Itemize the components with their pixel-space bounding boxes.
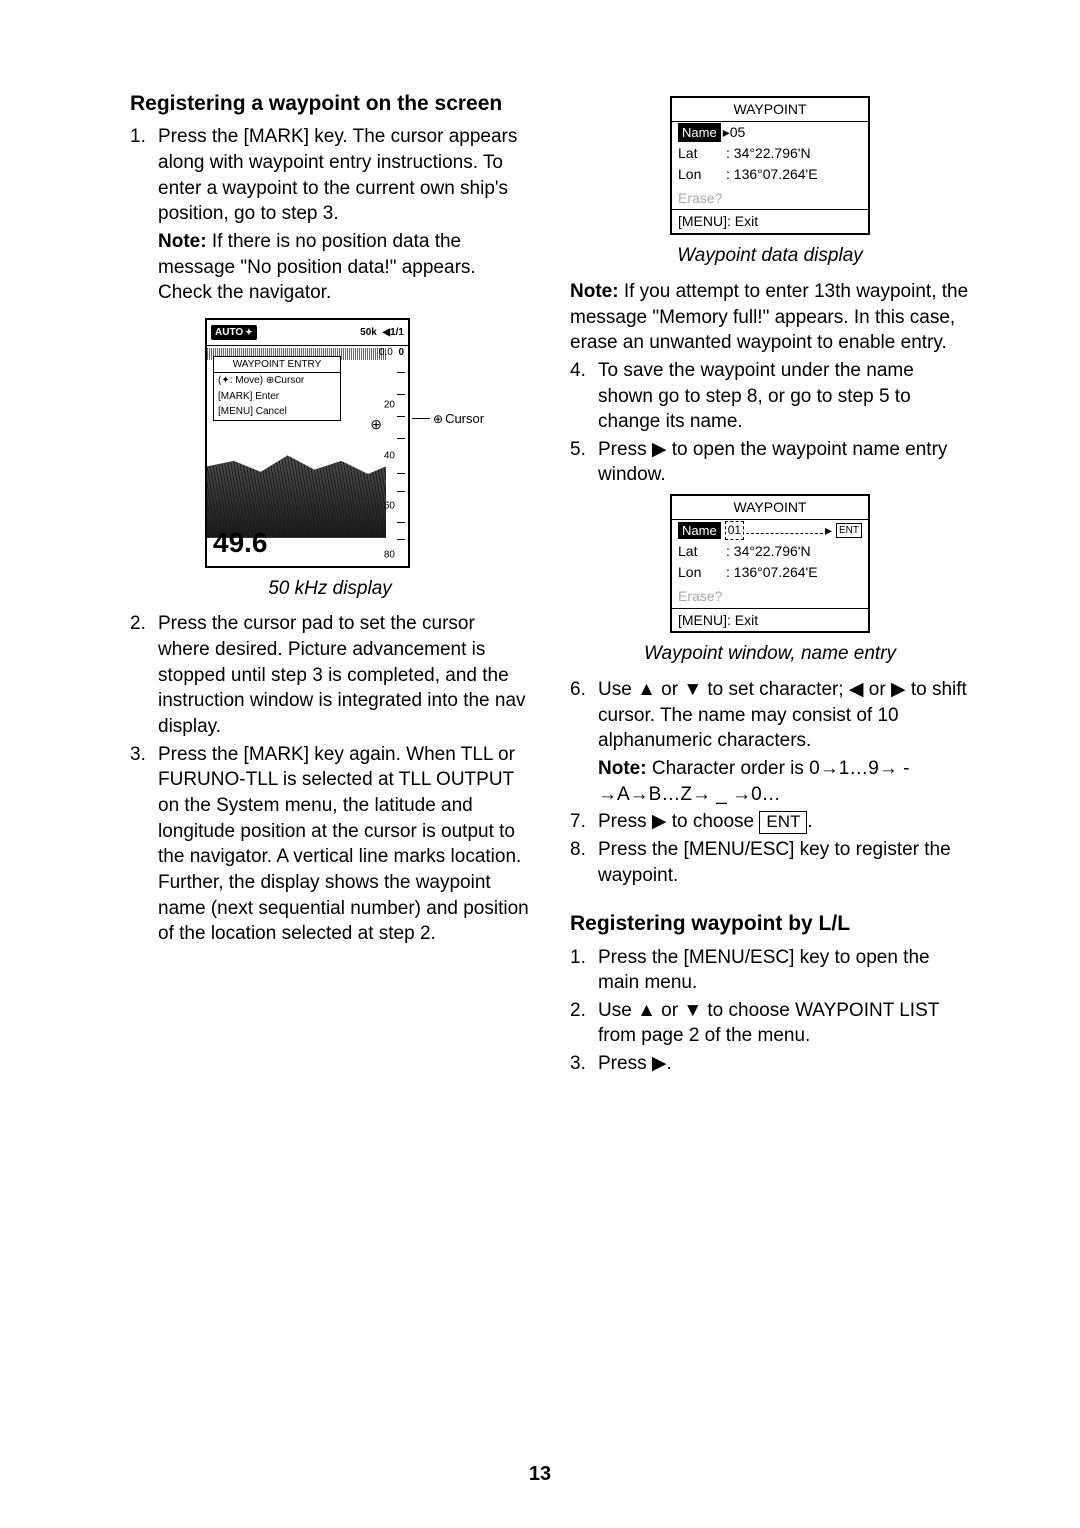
- step-number: 3.: [570, 1051, 598, 1077]
- waypoint-entry-panel: WAYPOINT ENTRY (✦: Move) ⊕Cursor [MARK] …: [213, 356, 341, 421]
- step-number: 1.: [130, 124, 158, 227]
- ent-button[interactable]: ENT: [836, 523, 862, 539]
- step-number: 2.: [130, 611, 158, 739]
- step-text: Press ▶ to open the waypoint name entry …: [598, 437, 970, 488]
- step-text: Press the [MARK] key again. When TLL or …: [158, 742, 530, 947]
- figure-caption: 50 kHz display: [130, 576, 530, 602]
- step-text: Use ▲ or ▼ to choose WAYPOINT LIST from …: [598, 998, 970, 1049]
- step-number: 2.: [570, 998, 598, 1049]
- step-text: Press ▶.: [598, 1051, 970, 1077]
- step-number: 7.: [570, 809, 598, 835]
- name-badge: Name: [678, 123, 721, 142]
- auto-badge: AUTO: [211, 325, 257, 341]
- figure-waypoint-name-entry: WAYPOINT Name 01 ▸ENT Lat: 34°22.796'N L…: [570, 494, 970, 633]
- note-no-position: Note: If there is no position data the m…: [130, 229, 530, 306]
- step-text: Press the [MENU/ESC] key to open the mai…: [598, 945, 970, 996]
- step-text: To save the waypoint under the name show…: [598, 358, 970, 435]
- step-text: Press the cursor pad to set the cursor w…: [158, 611, 530, 739]
- depth-readout: 49.6: [213, 524, 268, 562]
- heading-register-on-screen: Registering a waypoint on the screen: [130, 90, 530, 118]
- erase-label: Erase?: [672, 583, 868, 608]
- figure-caption: Waypoint data display: [570, 243, 970, 269]
- step-number: 8.: [570, 837, 598, 888]
- heading-register-by-ll: Registering waypoint by L/L: [570, 910, 970, 938]
- note-memory-full: Note: If you attempt to enter 13th waypo…: [570, 279, 970, 356]
- page-number: 13: [0, 1461, 1080, 1488]
- name-badge: Name: [678, 522, 721, 540]
- step-number: 1.: [570, 945, 598, 996]
- name-entry-field[interactable]: 01: [725, 521, 744, 539]
- figure-waypoint-data: WAYPOINT Name ▸05 Lat: 34°22.796'N Lon: …: [570, 96, 970, 235]
- figure-caption: Waypoint window, name entry: [570, 641, 970, 667]
- figure-sonar-display: AUTO 50k ◀1/1 0.0 0 WAYPOINT ENTRY (✦: M…: [140, 318, 530, 568]
- step-text: Use ▲ or ▼ to set character; ◀ or ▶ to s…: [598, 677, 970, 754]
- step-number: 6.: [570, 677, 598, 754]
- cursor-callout: Cursor: [433, 410, 484, 428]
- ent-inline: ENT: [759, 811, 807, 833]
- note-char-order: Note: Character order is 0→1…9→ - →A→B…Z…: [570, 756, 970, 807]
- step-number: 4.: [570, 358, 598, 435]
- erase-label: Erase?: [672, 185, 868, 210]
- step-number: 5.: [570, 437, 598, 488]
- step-number: 3.: [130, 742, 158, 947]
- step-text: Press the [MARK] key. The cursor appears…: [158, 124, 530, 227]
- step-text: Press the [MENU/ESC] key to register the…: [598, 837, 970, 888]
- cursor-icon: [370, 415, 382, 434]
- step-text: Press ▶ to choose ENT.: [598, 809, 970, 835]
